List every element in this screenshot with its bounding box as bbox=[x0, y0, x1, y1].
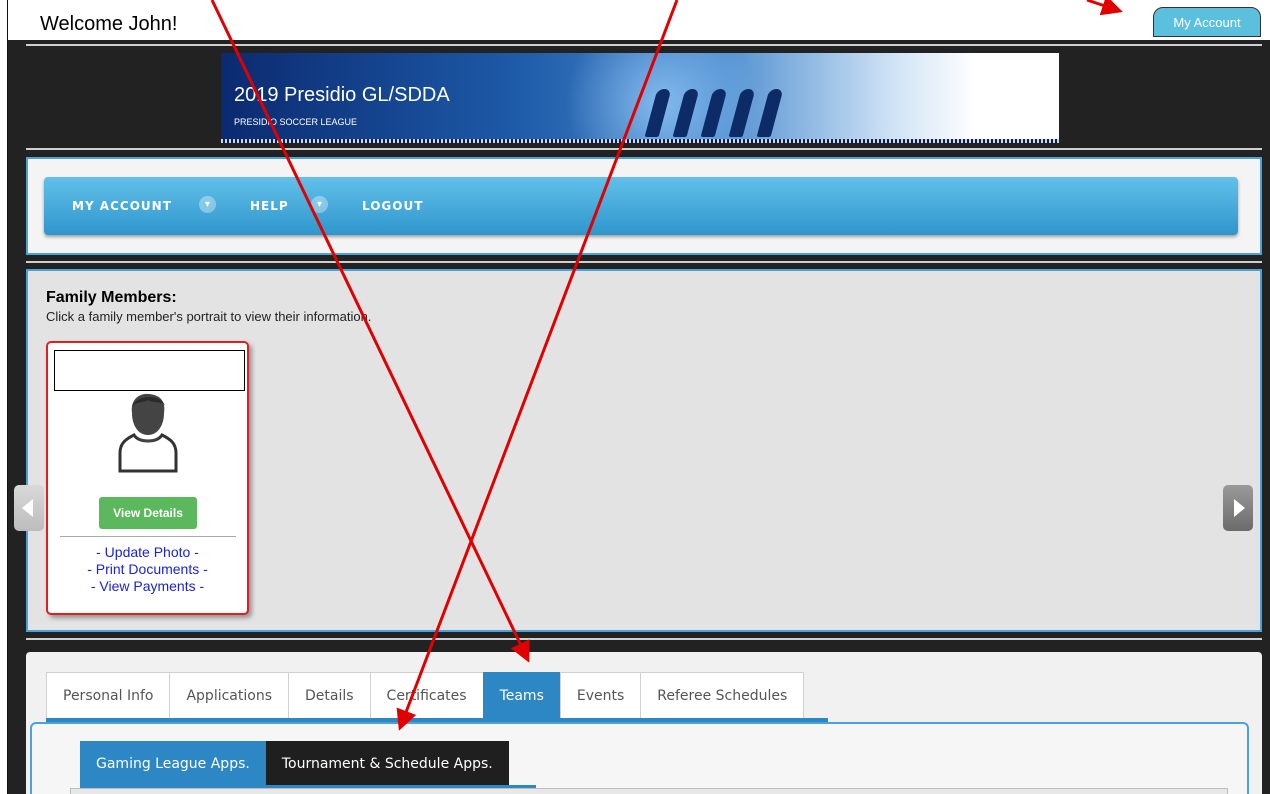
arrow-right-icon bbox=[1234, 499, 1245, 517]
subtab-gaming-league-apps[interactable]: Gaming League Apps. bbox=[80, 741, 266, 785]
tab-applications[interactable]: Applications bbox=[169, 672, 288, 720]
my-account-button[interactable]: My Account bbox=[1153, 7, 1261, 37]
tab-details[interactable]: Details bbox=[288, 672, 370, 720]
update-photo-link[interactable]: - Update Photo - bbox=[48, 544, 247, 560]
chevron-down-icon[interactable]: ▾ bbox=[199, 196, 216, 213]
view-details-button[interactable]: View Details bbox=[99, 497, 197, 529]
tab-personal-info[interactable]: Personal Info bbox=[46, 672, 170, 720]
main-navbar: MY ACCOUNT ▾ HELP ▾ LOGOUT bbox=[44, 177, 1238, 235]
banner-title: 2019 Presidio GL/SDDA bbox=[234, 84, 450, 106]
divider bbox=[26, 638, 1262, 640]
divider bbox=[26, 44, 1262, 46]
family-members-title: Family Members: bbox=[46, 289, 177, 306]
family-member-card[interactable]: View Details - Update Photo - - Print Do… bbox=[46, 341, 249, 615]
divider bbox=[26, 148, 1262, 150]
tab-teams[interactable]: Teams bbox=[482, 672, 560, 720]
left-border bbox=[0, 0, 8, 794]
info-tabs: Personal Info Applications Details Certi… bbox=[46, 672, 805, 720]
next-member-button[interactable] bbox=[1223, 485, 1253, 531]
family-members-instructions: Click a family member's portrait to view… bbox=[46, 309, 372, 324]
print-documents-link[interactable]: - Print Documents - bbox=[48, 561, 247, 577]
nav-panel: MY ACCOUNT ▾ HELP ▾ LOGOUT bbox=[26, 157, 1262, 255]
divider bbox=[26, 261, 1262, 263]
top-bar: Welcome John! My Account bbox=[8, 0, 1270, 40]
tab-certificates[interactable]: Certificates bbox=[369, 672, 483, 720]
tab-events[interactable]: Events bbox=[559, 672, 641, 720]
person-silhouette-icon[interactable] bbox=[108, 391, 188, 477]
view-payments-link[interactable]: - View Payments - bbox=[48, 578, 247, 594]
card-divider bbox=[60, 536, 236, 537]
subtab-tournament-schedule-apps[interactable]: Tournament & Schedule Apps. bbox=[265, 741, 509, 785]
page: Welcome John! My Account 2019 Presidio G… bbox=[8, 0, 1270, 794]
tab-referee-schedules[interactable]: Referee Schedules bbox=[640, 672, 805, 720]
nav-help[interactable]: HELP bbox=[250, 199, 289, 213]
arrow-left-icon bbox=[22, 499, 33, 517]
league-banner: 2019 Presidio GL/SDDA PRESIDIO SOCCER LE… bbox=[221, 53, 1059, 143]
teams-content: Gaming League Apps. Tournament & Schedul… bbox=[30, 722, 1249, 794]
apps-list-box bbox=[70, 788, 1228, 794]
banner-subtitle: PRESIDIO SOCCER LEAGUE bbox=[234, 117, 358, 127]
nav-my-account[interactable]: MY ACCOUNT bbox=[72, 199, 172, 213]
chevron-down-icon[interactable]: ▾ bbox=[311, 196, 328, 213]
banner-strip bbox=[221, 139, 1059, 143]
member-info-panel: Personal Info Applications Details Certi… bbox=[26, 652, 1262, 794]
nav-logout[interactable]: LOGOUT bbox=[362, 199, 423, 213]
previous-member-button[interactable] bbox=[14, 485, 44, 531]
welcome-text: Welcome John! bbox=[40, 13, 178, 35]
family-members-panel: Family Members: Click a family member's … bbox=[14, 269, 1262, 632]
apps-subtabs: Gaming League Apps. Tournament & Schedul… bbox=[80, 741, 509, 785]
member-name-box bbox=[54, 350, 245, 391]
